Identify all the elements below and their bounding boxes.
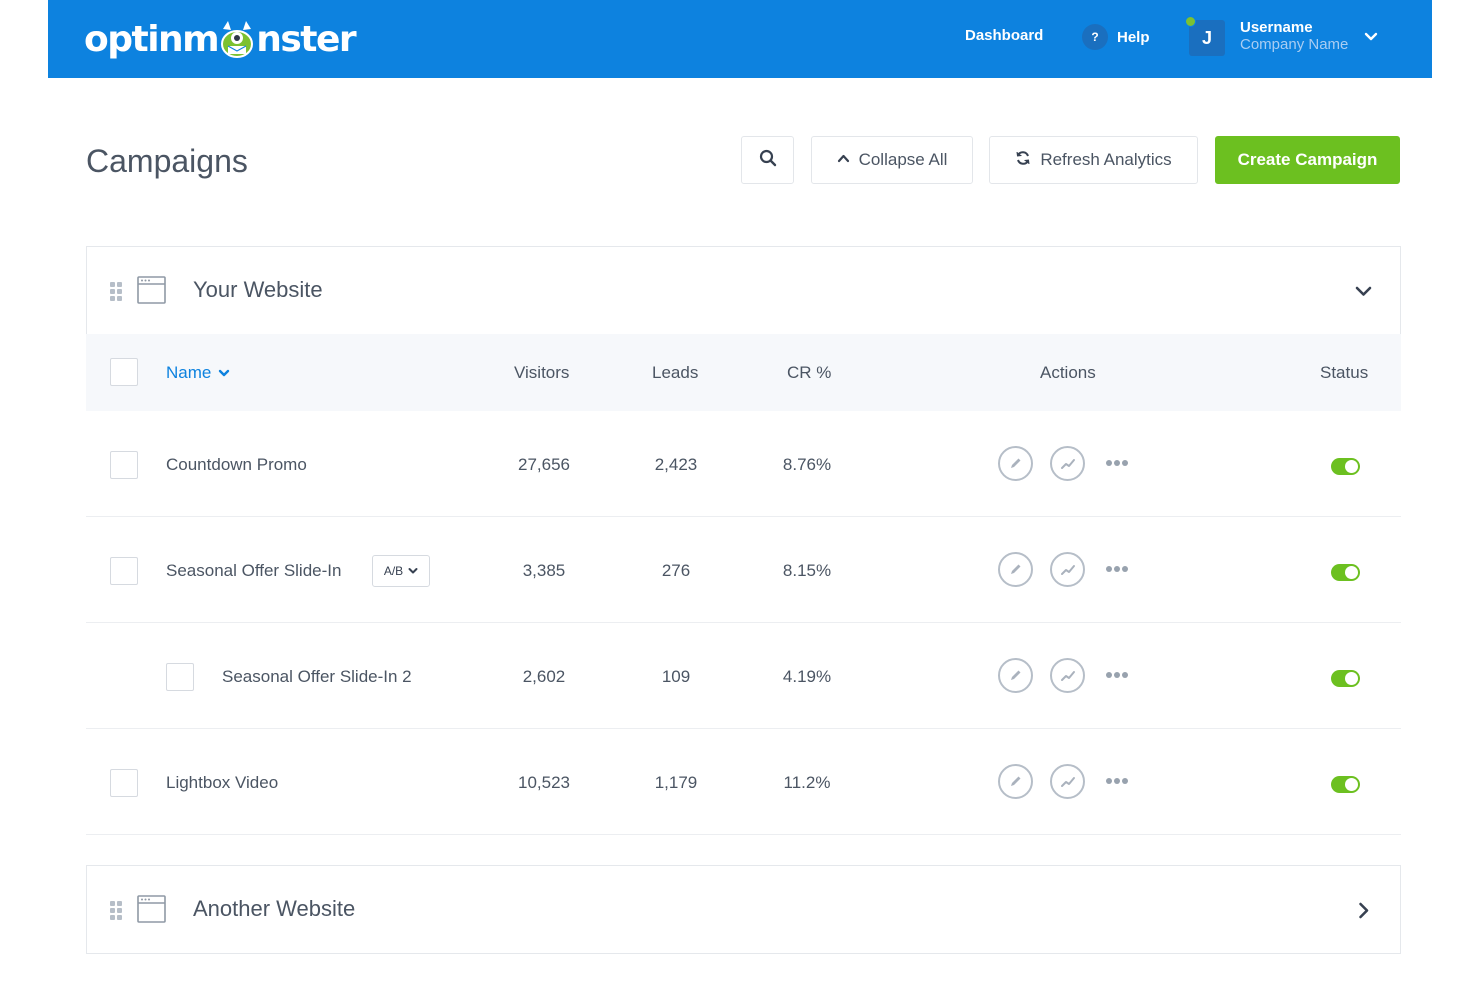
- collapse-all-label: Collapse All: [858, 150, 948, 169]
- refresh-analytics-button[interactable]: Refresh Analytics: [989, 136, 1198, 184]
- analytics-button[interactable]: [1050, 658, 1085, 693]
- row-checkbox[interactable]: [110, 557, 138, 585]
- chevron-down-icon: [408, 568, 418, 574]
- campaign-name[interactable]: Countdown Promo: [166, 455, 307, 475]
- trend-chart-icon: [1060, 458, 1075, 469]
- row-checkbox[interactable]: [110, 769, 138, 797]
- campaign-leads: 2,423: [654, 455, 698, 474]
- campaign-visitors: 2,602: [522, 667, 566, 686]
- campaign-visitors: 10,523: [518, 773, 570, 792]
- campaign-cr: 11.2%: [783, 773, 831, 792]
- logo-text-start: optinm: [84, 18, 220, 60]
- trend-chart-icon: [1060, 670, 1075, 681]
- campaign-name[interactable]: Seasonal Offer Slide-In 2: [222, 667, 412, 687]
- refresh-analytics-label: Refresh Analytics: [1040, 150, 1172, 169]
- site-panel-your-website: Your Website: [86, 246, 1401, 335]
- row-checkbox[interactable]: [110, 451, 138, 479]
- pencil-icon: [1011, 670, 1021, 680]
- column-header-visitors[interactable]: Visitors: [514, 363, 569, 383]
- campaign-row[interactable]: Lightbox Video 10,523 1,179 11.2%: [86, 729, 1401, 835]
- chevron-down-icon: [219, 369, 230, 377]
- help-icon: ?: [1082, 24, 1108, 50]
- search-icon: [759, 149, 777, 172]
- campaign-row[interactable]: Countdown Promo 27,656 2,423 8.76%: [86, 411, 1401, 517]
- browser-window-icon: [137, 895, 166, 928]
- pencil-icon: [1011, 776, 1021, 786]
- chevron-down-icon[interactable]: [1355, 283, 1372, 305]
- analytics-button[interactable]: [1050, 552, 1085, 587]
- more-options-icon[interactable]: [1106, 672, 1128, 678]
- chevron-up-icon: [837, 150, 859, 170]
- pencil-icon: [1011, 458, 1021, 468]
- status-toggle[interactable]: [1331, 564, 1360, 581]
- column-header-name[interactable]: Name: [166, 363, 230, 383]
- company-name: Company Name: [1240, 36, 1349, 53]
- column-header-leads[interactable]: Leads: [652, 363, 698, 383]
- column-header-actions: Actions: [1040, 363, 1096, 382]
- edit-campaign-button[interactable]: [998, 552, 1033, 587]
- nav-help-link[interactable]: ? Help: [1082, 24, 1150, 50]
- edit-campaign-button[interactable]: [998, 764, 1033, 799]
- top-navigation-bar: optinm nster Dashboard ? Help J Username…: [48, 0, 1432, 78]
- column-header-cr[interactable]: CR %: [787, 363, 831, 383]
- create-campaign-button[interactable]: Create Campaign: [1215, 136, 1400, 184]
- campaign-row-variant[interactable]: Seasonal Offer Slide-In 2 2,602 109 4.19…: [86, 623, 1401, 729]
- site-panel-another-website: Another Website: [86, 865, 1401, 954]
- more-options-icon[interactable]: [1106, 566, 1128, 572]
- status-toggle[interactable]: [1331, 458, 1360, 475]
- pencil-icon: [1011, 564, 1021, 574]
- trend-chart-icon: [1060, 564, 1075, 575]
- chevron-right-icon[interactable]: [1355, 902, 1372, 924]
- campaign-leads: 109: [661, 667, 691, 686]
- select-all-checkbox[interactable]: [110, 358, 138, 386]
- campaign-leads: 276: [661, 561, 691, 580]
- trend-chart-icon: [1060, 776, 1075, 787]
- chevron-down-icon[interactable]: [1364, 30, 1378, 49]
- user-name: Username: [1240, 19, 1313, 36]
- campaign-name[interactable]: Seasonal Offer Slide-In: [166, 561, 341, 581]
- column-name-label: Name: [166, 363, 212, 382]
- campaign-table-header: Name Visitors Leads CR % Actions Status: [86, 334, 1401, 411]
- search-button[interactable]: [741, 136, 794, 184]
- campaign-visitors: 27,656: [518, 455, 570, 474]
- more-options-icon[interactable]: [1106, 778, 1128, 784]
- status-toggle[interactable]: [1331, 776, 1360, 793]
- campaign-cr: 8.76%: [782, 455, 832, 474]
- collapse-all-button[interactable]: Collapse All: [811, 136, 973, 184]
- campaign-cr: 4.19%: [782, 667, 832, 686]
- drag-handle-icon[interactable]: [110, 901, 123, 925]
- site-name: Another Website: [193, 896, 356, 921]
- browser-window-icon: [137, 276, 166, 309]
- refresh-icon: [1015, 150, 1040, 171]
- monster-mascot-icon: [219, 19, 255, 59]
- help-label: Help: [1117, 28, 1150, 46]
- ab-test-badge: A/B: [383, 564, 404, 578]
- campaign-leads: 1,179: [654, 773, 698, 792]
- optinmonster-logo[interactable]: optinm nster: [84, 14, 357, 64]
- campaign-name[interactable]: Lightbox Video: [166, 773, 278, 793]
- analytics-button[interactable]: [1050, 764, 1085, 799]
- edit-campaign-button[interactable]: [998, 658, 1033, 693]
- site-name: Your Website: [193, 277, 323, 302]
- more-options-icon[interactable]: [1106, 460, 1128, 466]
- campaign-cr: 8.15%: [782, 561, 832, 580]
- status-toggle[interactable]: [1331, 670, 1360, 687]
- page-title: Campaigns: [86, 143, 248, 179]
- logo-text-end: nster: [256, 18, 356, 60]
- user-avatar[interactable]: J: [1189, 20, 1225, 56]
- campaign-visitors: 3,385: [522, 561, 566, 580]
- online-status-indicator: [1185, 16, 1196, 27]
- ab-test-dropdown[interactable]: A/B: [372, 555, 430, 587]
- campaign-row[interactable]: Seasonal Offer Slide-In A/B 3,385 276 8.…: [86, 517, 1401, 623]
- row-checkbox[interactable]: [166, 663, 194, 691]
- analytics-button[interactable]: [1050, 446, 1085, 481]
- user-menu[interactable]: Username Company Name: [1240, 19, 1348, 53]
- column-header-status[interactable]: Status: [1320, 363, 1368, 383]
- nav-dashboard-link[interactable]: Dashboard: [965, 27, 1043, 44]
- edit-campaign-button[interactable]: [998, 446, 1033, 481]
- drag-handle-icon[interactable]: [110, 282, 123, 306]
